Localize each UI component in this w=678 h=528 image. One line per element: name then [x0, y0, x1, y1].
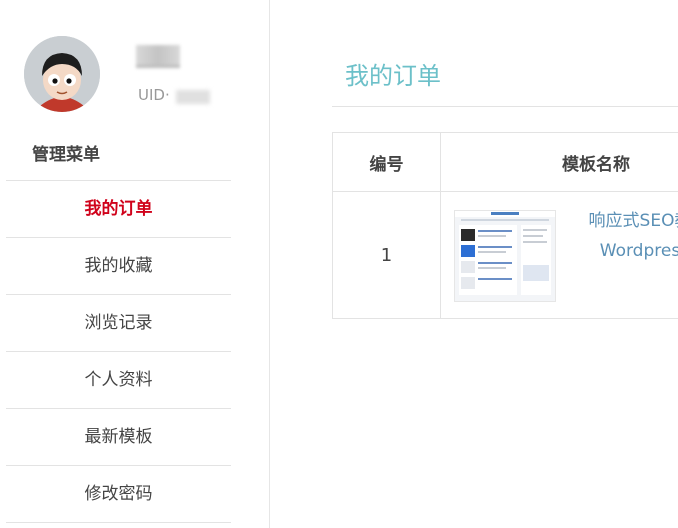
- user-uid-label: UID·: [138, 86, 170, 104]
- page-title: 我的订单: [345, 62, 441, 90]
- sidebar-item-history[interactable]: 浏览记录: [6, 295, 231, 352]
- sidebar-item-latest-templates[interactable]: 最新模板: [6, 409, 231, 466]
- table-header-row: 编号 模板名称: [332, 132, 678, 192]
- uid-redacted: [176, 90, 210, 104]
- sidebar-item-profile[interactable]: 个人资料: [6, 352, 231, 409]
- avatar-cartoon-icon: [24, 36, 100, 112]
- sidebar-menu: 我的订单 我的收藏 浏览记录 个人资料 最新模板 修改密码: [6, 180, 231, 523]
- column-header-number: 编号: [332, 132, 441, 192]
- order-number-cell: 1: [332, 191, 441, 319]
- sidebar-item-change-password[interactable]: 修改密码: [6, 466, 231, 523]
- column-header-template-name: 模板名称: [440, 132, 678, 192]
- user-avatar[interactable]: [24, 36, 100, 112]
- title-divider: [332, 106, 678, 107]
- username-redacted: [136, 45, 180, 68]
- template-name-line1: 响应式SEO教: [588, 211, 678, 231]
- template-name-line2: Wordpres: [599, 241, 678, 261]
- sidebar-item-favorites[interactable]: 我的收藏: [6, 238, 231, 295]
- sidebar: UID· 管理菜单 我的订单 我的收藏 浏览记录 个人资料 最新模板 修改密码: [0, 0, 270, 528]
- template-name-link[interactable]: 响应式SEO教 Wordpres: [540, 206, 678, 266]
- sidebar-item-my-orders[interactable]: 我的订单: [6, 181, 231, 238]
- menu-title: 管理菜单: [32, 145, 100, 165]
